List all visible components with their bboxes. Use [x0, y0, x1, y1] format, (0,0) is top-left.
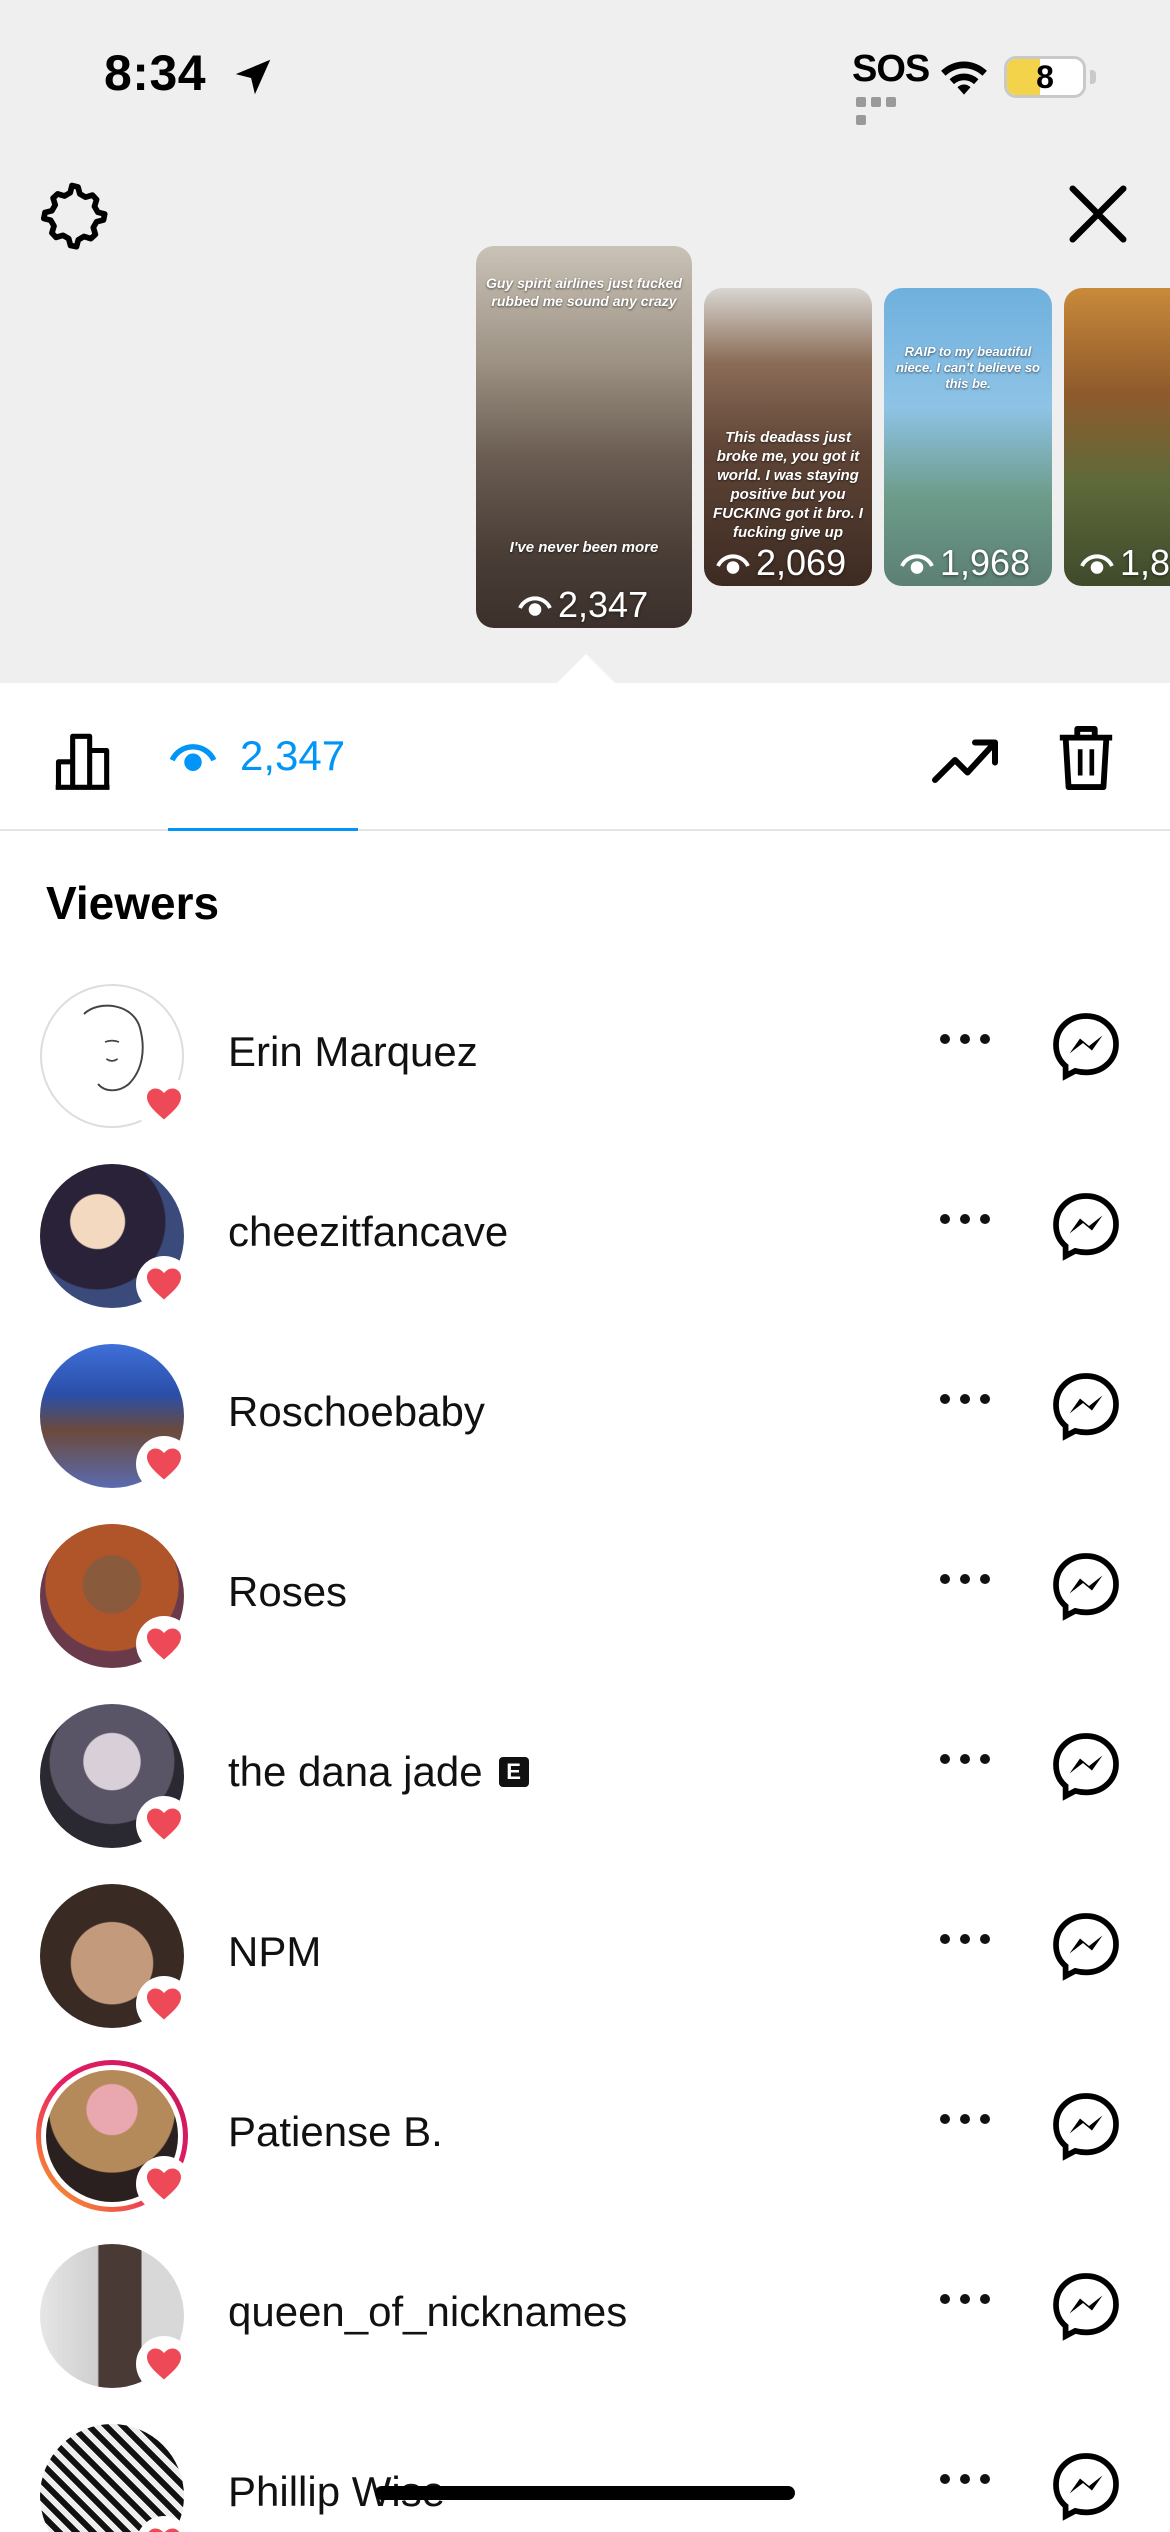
viewers-count: 2,347 — [240, 731, 346, 779]
eye-icon — [716, 554, 750, 574]
story-thumbnail[interactable]: 1,8 — [1064, 288, 1170, 586]
heart-icon — [147, 1448, 181, 1480]
viewer-username[interactable]: Roschoebaby — [228, 1322, 485, 1502]
eye-icon — [1080, 554, 1114, 574]
messenger-icon[interactable] — [1050, 1910, 1122, 1982]
viewers-heading: Viewers — [46, 877, 220, 929]
viewer-row[interactable]: cheezitfancave — [0, 1142, 1170, 1322]
more-options-icon[interactable] — [940, 1934, 990, 1948]
story-view-count-value: 2,069 — [756, 542, 847, 583]
eye-icon — [900, 554, 934, 574]
story-caption-top: Guy spirit airlines just fucked rubbed m… — [485, 275, 683, 309]
messenger-icon[interactable] — [1050, 1550, 1122, 1622]
viewer-row[interactable]: NPM — [0, 1862, 1170, 2042]
trash-icon[interactable] — [1054, 723, 1118, 793]
story-preview-header: 8:34 SOS 8 Guy spirit airlines just fuck… — [0, 0, 1170, 684]
liked-heart-badge — [136, 1616, 192, 1672]
story-view-count: 1,8 — [1078, 540, 1170, 586]
story-caption: This deadass just broke me, you got it w… — [713, 429, 863, 541]
heart-icon — [147, 1988, 181, 2020]
viewer-username[interactable]: Erin Marquez — [228, 962, 478, 1142]
more-options-icon[interactable] — [940, 2114, 990, 2128]
story-view-count-value: 2,347 — [558, 584, 649, 625]
settings-gear-icon[interactable] — [36, 178, 108, 250]
bar-chart-icon[interactable] — [50, 725, 118, 793]
viewer-username[interactable]: NPM — [228, 1862, 321, 2042]
more-options-icon[interactable] — [940, 1034, 990, 1048]
viewer-username[interactable]: queen_of_nicknames — [228, 2222, 627, 2402]
liked-heart-badge — [136, 1076, 192, 1132]
heart-icon — [147, 1268, 181, 1300]
story-thumbnail[interactable]: RAIP to my beautiful niece. I can't beli… — [884, 288, 1052, 586]
heart-icon — [147, 2168, 181, 2200]
viewer-row[interactable]: Roschoebaby — [0, 1322, 1170, 1502]
viewer-row[interactable]: queen_of_nicknames — [0, 2222, 1170, 2402]
liked-heart-badge — [136, 1976, 192, 2032]
more-options-icon[interactable] — [940, 2294, 990, 2308]
explicit-badge: E — [498, 1757, 529, 1787]
story-view-count: 2,347 — [516, 582, 648, 628]
story-view-count-value: 1,8 — [1120, 542, 1170, 583]
viewer-row[interactable]: Phillip Wise — [0, 2402, 1170, 2532]
signal-dots-icon — [856, 94, 912, 125]
liked-heart-badge — [136, 2156, 192, 2212]
story-view-count: 2,069 — [714, 540, 846, 586]
viewer-row[interactable]: Patiense B. — [0, 2042, 1170, 2222]
messenger-icon[interactable] — [1050, 2450, 1122, 2522]
story-thumbnail-selected[interactable]: Guy spirit airlines just fucked rubbed m… — [476, 246, 692, 628]
sos-indicator: SOS — [852, 48, 930, 90]
close-icon[interactable] — [1060, 176, 1136, 252]
story-insights-toolbar: 2,347 — [0, 683, 1170, 831]
messenger-icon[interactable] — [1050, 2090, 1122, 2162]
battery-cap — [1090, 70, 1096, 84]
more-options-icon[interactable] — [940, 1574, 990, 1588]
eye-icon — [518, 596, 552, 616]
viewer-username-text: the dana jade — [228, 1748, 483, 1795]
story-view-count-value: 1,968 — [940, 542, 1031, 583]
heart-icon — [147, 1628, 181, 1660]
viewer-row[interactable]: the dana jade E — [0, 1682, 1170, 1862]
messenger-icon[interactable] — [1050, 1010, 1122, 1082]
wifi-icon — [941, 61, 987, 95]
more-options-icon[interactable] — [940, 1214, 990, 1228]
battery-indicator: 8 — [1004, 56, 1086, 98]
messenger-icon[interactable] — [1050, 1370, 1122, 1442]
messenger-icon[interactable] — [1050, 1190, 1122, 1262]
tab-viewers[interactable]: 2,347 — [168, 683, 358, 831]
heart-icon — [148, 2528, 180, 2532]
story-thumbnail[interactable]: This deadass just broke me, you got it w… — [704, 288, 872, 586]
viewer-row[interactable]: Erin Marquez — [0, 962, 1170, 1142]
viewer-username[interactable]: cheezitfancave — [228, 1142, 508, 1322]
status-time: 8:34 — [104, 45, 207, 101]
viewer-row[interactable]: Roses — [0, 1502, 1170, 1682]
liked-heart-badge — [136, 1256, 192, 1312]
trending-up-icon[interactable] — [930, 735, 1000, 785]
story-caption: RAIP to my beautiful niece. I can't beli… — [896, 344, 1040, 391]
eye-icon — [169, 743, 217, 771]
location-arrow-icon — [235, 59, 271, 95]
liked-heart-badge — [136, 1436, 192, 1492]
more-options-icon[interactable] — [940, 1394, 990, 1408]
liked-heart-badge — [136, 1796, 192, 1852]
home-indicator[interactable] — [375, 2486, 795, 2500]
selection-pointer — [556, 654, 616, 684]
viewer-username[interactable]: Patiense B. — [228, 2042, 443, 2222]
more-options-icon[interactable] — [940, 1754, 990, 1768]
viewer-username[interactable]: Phillip Wise — [228, 2402, 445, 2532]
messenger-icon[interactable] — [1050, 2270, 1122, 2342]
heart-icon — [147, 1088, 181, 1120]
heart-icon — [147, 1808, 181, 1840]
more-options-icon[interactable] — [940, 2474, 990, 2488]
battery-percent: 8 — [1036, 59, 1054, 95]
liked-heart-badge — [136, 2336, 192, 2392]
heart-icon — [147, 2348, 181, 2380]
viewer-username[interactable]: Roses — [228, 1502, 347, 1682]
messenger-icon[interactable] — [1050, 1730, 1122, 1802]
story-caption-bottom: I've never been more — [509, 539, 659, 556]
story-view-count: 1,968 — [898, 540, 1030, 586]
status-bar: 8:34 SOS 8 — [0, 0, 1170, 150]
viewer-username[interactable]: the dana jade E — [228, 1682, 529, 1862]
